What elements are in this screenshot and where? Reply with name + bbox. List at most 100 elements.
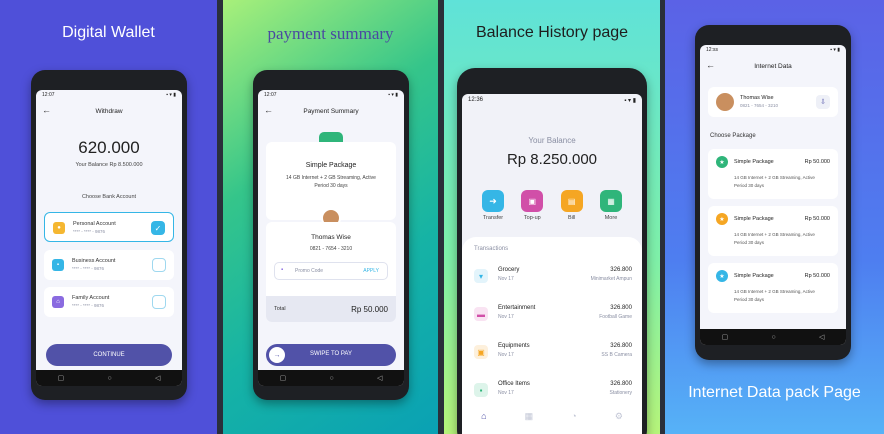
package-name: Simple Package (734, 159, 774, 165)
nav-square-icon[interactable]: ▢ (58, 374, 65, 382)
screen-header: ← Withdraw (36, 100, 182, 122)
transaction-row[interactable]: ▾ Grocery Nov 17 326.800 Minimarket Ampu… (472, 261, 632, 291)
status-bar: 12:36 ▪ ▾ ▮ (462, 94, 642, 106)
status-time: 12:07 (264, 92, 277, 98)
person-icon: ● (53, 222, 65, 234)
account-number: **** - **** - 9876 (73, 229, 106, 234)
package-card[interactable]: ★ Simple Package Rp 50.000 14 GB Interne… (708, 149, 838, 199)
user-name: Thomas Wise (311, 234, 351, 241)
continue-button[interactable]: CONTINUE (46, 344, 172, 366)
panel-internet-data: 12:ss ▪ ▾ ▮ ← Internet Data Thomas Wise 0… (665, 0, 884, 434)
nav-back-icon[interactable]: ◁ (155, 374, 160, 382)
total-row: Total Rp 50.000 (266, 296, 396, 322)
withdraw-amount: 620.000 (78, 138, 140, 157)
bottom-tab-bar: ⌂ ▦ ◔ ⚙ (462, 411, 642, 422)
transaction-row[interactable]: ▬ Entertainment Nov 17 326.800 Football … (472, 299, 632, 329)
action-transfer[interactable]: ➜ Transfer (478, 190, 508, 221)
check-icon[interactable]: ✓ (151, 221, 165, 235)
android-nav-bar: ▢ ○ ◁ (700, 329, 846, 345)
panel-title: Digital Wallet (62, 24, 155, 41)
panel-title: Internet Data pack Page (688, 384, 861, 401)
quick-actions: ➜ Transfer ▣ Top-up ▤ Bill ▦ More (478, 190, 626, 221)
package-price: Rp 50.000 (804, 159, 830, 165)
gamepad-icon: ▬ (474, 307, 488, 321)
status-icons: ▪ ▾ ▮ (830, 47, 840, 53)
package-card[interactable]: ★ Simple Package Rp 50.000 14 GB Interne… (708, 263, 838, 313)
action-label: More (604, 215, 618, 221)
transaction-amount: 326.800 (610, 381, 632, 387)
balance-line: Your Balance Rp 8.500.000 (75, 162, 143, 168)
transaction-amount: 326.800 (610, 343, 632, 349)
transfer-icon: ➜ (482, 190, 504, 212)
nav-circle-icon[interactable]: ○ (108, 375, 112, 382)
swipe-to-pay-slider[interactable]: → SWIPE TO PAY (266, 344, 396, 366)
grid-icon: ▦ (599, 190, 622, 212)
apply-button[interactable]: APPLY (363, 268, 379, 274)
account-number: **** - **** - 9876 (72, 266, 105, 271)
choose-bank-label: Choose Bank Account (81, 194, 137, 200)
status-bar: 12:ss ▪ ▾ ▮ (700, 45, 846, 55)
status-icons: ▪ ▾ ▮ (624, 97, 636, 104)
screen-header: ← Payment Summary (258, 100, 404, 122)
transaction-merchant: Football Game (599, 314, 632, 320)
package-desc-line1: 14 GB Internet + 2 GB Streaming, Active (734, 232, 815, 237)
balance-value: Rp 8.250.000 (506, 151, 598, 168)
action-topup[interactable]: ▣ Top-up (517, 190, 547, 221)
bank-account-family[interactable]: ⌂ Family Account **** - **** - 9876 (44, 287, 174, 317)
transaction-merchant: SS B Camera (601, 352, 632, 358)
home-icon[interactable]: ⌂ (481, 411, 486, 422)
action-bill[interactable]: ▤ Bill (557, 190, 587, 221)
screen-title: Withdraw (95, 107, 123, 115)
panel-title: Balance History page (475, 24, 629, 41)
phone-frame: 12:ss ▪ ▾ ▮ ← Internet Data Thomas Wise 0… (695, 25, 851, 360)
back-arrow-icon[interactable]: ← (706, 60, 715, 70)
transaction-row[interactable]: ▪ Office Items Nov 17 326.800 Stationery (472, 375, 632, 405)
action-label: Top-up (523, 215, 541, 221)
star-icon: ★ (716, 213, 728, 225)
transaction-amount: 326.800 (610, 267, 632, 273)
status-time: 12:ss (706, 47, 718, 53)
radio-unchecked[interactable] (152, 295, 166, 309)
nav-square-icon[interactable]: ▢ (722, 333, 729, 341)
phone-screen: 12:07▪ ▾ ▮ ← Payment Summary ● Simple Pa… (258, 90, 404, 386)
transaction-row[interactable]: ▣ Equipments Nov 17 326.800 SS B Camera (472, 337, 632, 367)
briefcase-icon: ▪ (52, 259, 64, 271)
nav-back-icon[interactable]: ◁ (819, 333, 824, 341)
swipe-label: SWIPE TO PAY (310, 351, 352, 357)
download-icon[interactable]: ⇩ (816, 95, 830, 109)
package-card[interactable]: ★ Simple Package Rp 50.000 14 GB Interne… (708, 206, 838, 256)
total-value: Rp 50.000 (351, 304, 388, 314)
back-arrow-icon[interactable]: ← (42, 105, 51, 115)
package-desc-line1: 14 GB Internet + 2 GB Streaming, Active (734, 175, 815, 180)
status-time: 12:36 (468, 97, 484, 103)
gear-icon[interactable]: ⚙ (615, 411, 623, 422)
home-icon: ⌂ (52, 296, 64, 308)
user-name: Thomas Wise (740, 95, 774, 101)
ticket-icon: ▪ (281, 267, 284, 273)
transaction-title: Equipments (498, 343, 530, 349)
transactions-label: Transactions (474, 246, 509, 252)
phone-frame: 12:07▪ ▾ ▮ ← Payment Summary ● Simple Pa… (253, 70, 409, 400)
package-name: Simple Package (734, 273, 774, 279)
total-label: Total (274, 306, 286, 312)
nav-square-icon[interactable]: ▢ (280, 374, 287, 382)
pie-chart-icon[interactable]: ◔ (571, 411, 576, 422)
star-icon: ★ (716, 270, 728, 282)
promo-code-field[interactable]: ▪ Promo Code APPLY (274, 262, 388, 280)
bank-account-business[interactable]: ▪ Business Account **** - **** - 9876 (44, 250, 174, 280)
nav-circle-icon[interactable]: ○ (330, 375, 334, 382)
grid-icon[interactable]: ▦ (525, 411, 534, 422)
transaction-title: Office Items (498, 381, 530, 387)
screen-title: Payment Summary (303, 107, 359, 115)
bank-account-personal[interactable]: ● Personal Account **** - **** - 9876 ✓ (44, 212, 174, 242)
back-arrow-icon[interactable]: ← (264, 105, 273, 115)
camera-icon: ▣ (474, 345, 488, 359)
nav-circle-icon[interactable]: ○ (772, 334, 776, 341)
nav-back-icon[interactable]: ◁ (377, 374, 382, 382)
action-more[interactable]: ▦ More (596, 190, 626, 221)
bill-icon: ▤ (560, 190, 583, 212)
package-desc-line2: Period 30 days (734, 183, 765, 188)
package-name: Simple Package (734, 216, 774, 222)
radio-unchecked[interactable] (152, 258, 166, 272)
package-price: Rp 50.000 (804, 273, 830, 279)
